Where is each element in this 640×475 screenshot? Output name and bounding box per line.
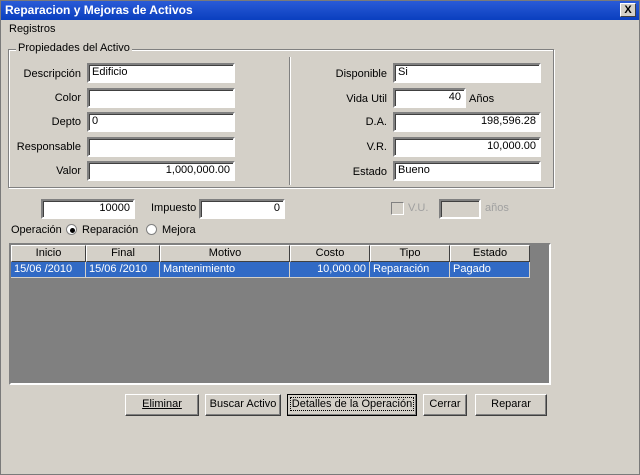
valor-field[interactable]: 1,000,000.00: [87, 161, 235, 181]
close-button[interactable]: X: [620, 3, 636, 17]
reparacion-label: Reparación: [82, 224, 139, 236]
operations-table: Inicio Final Motivo Costo Tipo Estado 15…: [9, 243, 551, 385]
anios-label: años: [485, 202, 509, 214]
reparar-button[interactable]: Reparar: [475, 394, 547, 416]
vr-label: V.R.: [366, 141, 387, 153]
column-header-motivo[interactable]: Motivo: [160, 245, 290, 262]
detalles-operacion-button[interactable]: Detalles de la Operación: [287, 394, 417, 416]
vida-util-label: Vida Util: [346, 93, 387, 105]
mejora-label: Mejora: [162, 224, 196, 236]
vertical-separator: [289, 57, 291, 185]
menu-registros[interactable]: Registros: [9, 20, 55, 38]
amount-field[interactable]: 10000: [41, 199, 135, 219]
vu-checkbox[interactable]: [391, 202, 404, 215]
title-bar: Reparacion y Mejoras de Activos X: [1, 1, 639, 20]
reparacion-radio[interactable]: [66, 224, 77, 235]
cerrar-label: Cerrar: [429, 398, 461, 410]
mejora-radio[interactable]: [146, 224, 157, 235]
buscar-activo-label: Buscar Activo: [209, 398, 277, 410]
depto-label: Depto: [51, 116, 81, 128]
column-header-final[interactable]: Final: [86, 245, 160, 262]
valor-label: Valor: [56, 165, 81, 177]
group-title: Propiedades del Activo: [16, 42, 132, 54]
column-header-estado[interactable]: Estado: [450, 245, 530, 262]
operacion-label: Operación: [11, 224, 62, 236]
da-field[interactable]: 198,596.28: [393, 112, 541, 132]
depto-field[interactable]: 0: [87, 112, 235, 132]
cell-tipo: Reparación: [370, 262, 450, 278]
estado-field[interactable]: Bueno: [393, 161, 541, 181]
column-header-tipo[interactable]: Tipo: [370, 245, 450, 262]
estado-label: Estado: [352, 166, 387, 178]
responsable-field[interactable]: [87, 137, 235, 157]
eliminar-label: Eliminar: [142, 398, 182, 410]
color-field[interactable]: [87, 88, 235, 108]
disponible-label: Disponible: [335, 68, 387, 80]
cell-inicio: 15/06 /2010: [11, 262, 86, 278]
vr-field[interactable]: 10,000.00: [393, 137, 541, 157]
eliminar-button[interactable]: Eliminar: [125, 394, 199, 416]
color-label: Color: [54, 92, 81, 104]
main-window: Reparacion y Mejoras de Activos X Regist…: [0, 0, 640, 475]
cell-costo: 10,000.00: [290, 262, 370, 278]
table-header: Inicio Final Motivo Costo Tipo Estado: [11, 245, 530, 262]
disponible-field[interactable]: Si: [393, 63, 541, 83]
vida-util-unit: Años: [469, 93, 495, 105]
reparar-label: Reparar: [491, 398, 531, 410]
buscar-activo-button[interactable]: Buscar Activo: [205, 394, 281, 416]
descripcion-label: Descripción: [23, 68, 81, 80]
cerrar-button[interactable]: Cerrar: [423, 394, 467, 416]
detalles-operacion-label: Detalles de la Operación: [289, 397, 415, 411]
window-title: Reparacion y Mejoras de Activos: [5, 3, 193, 17]
impuesto-label: Impuesto: [151, 202, 197, 214]
cell-motivo: Mantenimiento: [160, 262, 290, 278]
table-row[interactable]: 15/06 /2010 15/06 /2010 Mantenimiento 10…: [11, 262, 530, 278]
descripcion-field[interactable]: Edificio: [87, 63, 235, 83]
cell-estado: Pagado: [450, 262, 530, 278]
vu-field[interactable]: [439, 199, 481, 219]
impuesto-field[interactable]: 0: [199, 199, 285, 219]
da-label: D.A.: [365, 116, 387, 128]
column-header-inicio[interactable]: Inicio: [11, 245, 86, 262]
vu-label: V.U.: [408, 202, 429, 214]
vida-util-field[interactable]: 40: [393, 88, 466, 108]
column-header-costo[interactable]: Costo: [290, 245, 370, 262]
responsable-label: Responsable: [16, 141, 81, 153]
menu-bar: Registros: [1, 20, 639, 38]
radio-selected-dot: [70, 228, 75, 233]
cell-final: 15/06 /2010: [86, 262, 160, 278]
